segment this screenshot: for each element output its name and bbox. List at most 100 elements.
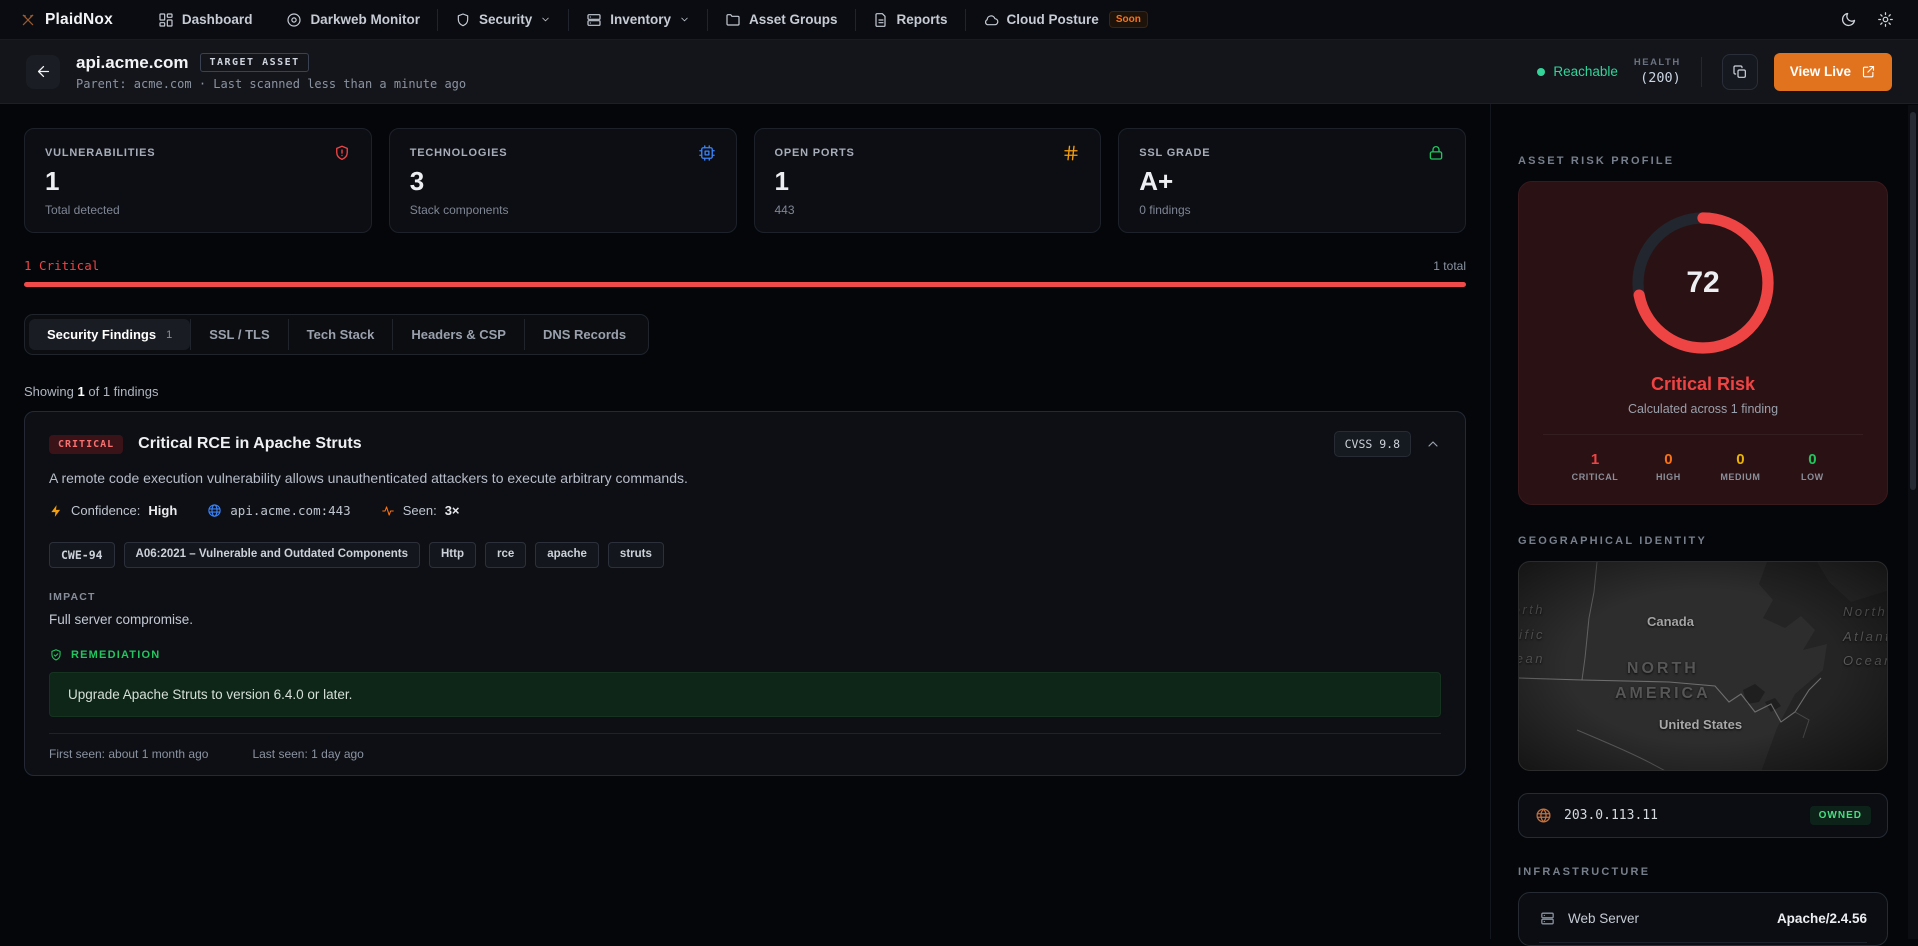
target-asset-badge: TARGET ASSET bbox=[200, 53, 308, 72]
tag-chip[interactable]: A06:2021 – Vulnerable and Outdated Compo… bbox=[124, 542, 420, 568]
tab-ssl-tls[interactable]: SSL / TLS bbox=[190, 319, 287, 350]
stat-card-vulnerabilities: VULNERABILITIES 1 Total detected bbox=[24, 128, 372, 233]
risk-section-header: ASSET RISK PROFILE bbox=[1518, 155, 1888, 167]
external-link-icon bbox=[1861, 64, 1876, 79]
copy-icon bbox=[1732, 64, 1748, 80]
tag-chip[interactable]: Http bbox=[429, 542, 476, 568]
soon-badge: Soon bbox=[1109, 11, 1148, 28]
health-block: HEALTH (200) bbox=[1634, 57, 1681, 86]
last-seen: Last seen: 1 day ago bbox=[252, 747, 363, 761]
health-value: (200) bbox=[1640, 70, 1681, 86]
geo-map[interactable]: Canada NORTH AMERICA United States North… bbox=[1518, 561, 1888, 771]
brand-logo-icon bbox=[20, 12, 36, 28]
tag-chip[interactable]: CWE-94 bbox=[49, 542, 115, 568]
right-sidebar: ASSET RISK PROFILE 72 Critical Risk Calc… bbox=[1490, 104, 1918, 939]
map-label-united-states: United States bbox=[1659, 717, 1742, 732]
finding-meta: Confidence: High api.acme.com:443 Seen: … bbox=[49, 503, 1441, 518]
scrollbar-thumb[interactable] bbox=[1910, 112, 1916, 490]
risk-profile-card: 72 Critical Risk Calculated across 1 fin… bbox=[1518, 181, 1888, 505]
remediation-box: Upgrade Apache Struts to version 6.4.0 o… bbox=[49, 672, 1441, 717]
arrow-left-icon bbox=[35, 63, 52, 80]
chevron-down-icon bbox=[679, 14, 690, 25]
tab-headers-csp[interactable]: Headers & CSP bbox=[392, 319, 524, 350]
main-content: VULNERABILITIES 1 Total detected TECHNOL… bbox=[0, 104, 1490, 939]
back-button[interactable] bbox=[26, 55, 60, 89]
host-item: api.acme.com:443 bbox=[207, 503, 350, 518]
finding-header[interactable]: CRITICAL Critical RCE in Apache Struts C… bbox=[49, 431, 1441, 457]
stat-cards: VULNERABILITIES 1 Total detected TECHNOL… bbox=[24, 128, 1466, 233]
server-stack-icon bbox=[586, 12, 602, 28]
chevron-up-icon[interactable] bbox=[1425, 436, 1441, 452]
tag-chip[interactable]: rce bbox=[485, 542, 526, 568]
map-label-continent: NORTH AMERICA bbox=[1615, 657, 1711, 707]
folder-icon bbox=[725, 12, 741, 28]
stat-sub: Total detected bbox=[45, 203, 351, 217]
dark-mode-moon-icon[interactable] bbox=[1840, 11, 1857, 28]
settings-gear-icon[interactable] bbox=[1877, 11, 1894, 28]
severity-left-label: 1 Critical bbox=[24, 258, 99, 273]
activity-icon bbox=[381, 504, 395, 518]
cvss-badge: CVSS 9.8 bbox=[1334, 431, 1411, 457]
count-low: 0 LOW bbox=[1790, 451, 1834, 482]
tab-count: 1 bbox=[166, 329, 172, 341]
divider bbox=[1543, 434, 1863, 435]
remediation-header: REMEDIATION bbox=[49, 648, 1441, 662]
asset-title-block: api.acme.com TARGET ASSET Parent: acme.c… bbox=[76, 53, 466, 91]
finding-tags: CWE-94 A06:2021 – Vulnerable and Outdate… bbox=[49, 542, 1441, 568]
finding-title: Critical RCE in Apache Struts bbox=[138, 435, 361, 453]
severity-distribution-bar bbox=[24, 282, 1466, 287]
nav-list: Dashboard Darkweb Monitor Security Inven… bbox=[141, 0, 1165, 39]
asset-header-right: Reachable HEALTH (200) View Live bbox=[1537, 53, 1892, 91]
nav-item-asset-groups[interactable]: Asset Groups bbox=[708, 0, 855, 39]
count-medium: 0 MEDIUM bbox=[1718, 451, 1762, 482]
stat-sub: Stack components bbox=[410, 203, 716, 217]
results-count: Showing 1 of 1 findings bbox=[24, 384, 1466, 399]
risk-gauge: 72 bbox=[1628, 208, 1778, 358]
top-nav: PlaidNox Dashboard Darkweb Monitor Secur… bbox=[0, 0, 1918, 40]
owned-badge: OWNED bbox=[1810, 806, 1871, 825]
tab-dns-records[interactable]: DNS Records bbox=[524, 319, 644, 350]
page-title: api.acme.com bbox=[76, 53, 188, 73]
finding-card: CRITICAL Critical RCE in Apache Struts C… bbox=[24, 411, 1466, 776]
infra-section-header: INFRASTRUCTURE bbox=[1518, 866, 1888, 878]
tag-chip[interactable]: struts bbox=[608, 542, 664, 568]
impact-label: IMPACT bbox=[49, 591, 1441, 603]
map-label-canada: Canada bbox=[1647, 614, 1694, 629]
nav-right bbox=[1840, 11, 1902, 28]
nav-item-reports[interactable]: Reports bbox=[856, 0, 965, 39]
asset-subtitle: Parent: acme.com · Last scanned less tha… bbox=[76, 77, 466, 91]
first-seen: First seen: about 1 month ago bbox=[49, 747, 208, 761]
nav-item-cloud-posture[interactable]: Cloud Posture Soon bbox=[966, 0, 1165, 39]
nav-item-security[interactable]: Security bbox=[438, 0, 568, 39]
stat-card-open-ports: OPEN PORTS 1 443 bbox=[754, 128, 1102, 233]
asset-header: api.acme.com TARGET ASSET Parent: acme.c… bbox=[0, 40, 1918, 104]
tab-tech-stack[interactable]: Tech Stack bbox=[288, 319, 393, 350]
infra-row-web-server: Web Server Apache/2.4.56 bbox=[1539, 895, 1867, 943]
stat-sub: 0 findings bbox=[1139, 203, 1445, 217]
shield-icon bbox=[455, 12, 471, 28]
file-text-icon bbox=[873, 12, 889, 28]
status-badge: Reachable bbox=[1537, 64, 1618, 79]
server-icon bbox=[1539, 910, 1556, 927]
impact-text: Full server compromise. bbox=[49, 612, 1441, 627]
stat-value: 1 bbox=[45, 168, 351, 194]
cloud-icon bbox=[983, 12, 999, 28]
divider bbox=[1701, 57, 1702, 87]
nav-item-inventory[interactable]: Inventory bbox=[569, 0, 707, 39]
count-critical: 1 CRITICAL bbox=[1572, 451, 1619, 482]
tab-security-findings[interactable]: Security Findings 1 bbox=[29, 319, 190, 350]
view-live-button[interactable]: View Live bbox=[1774, 53, 1892, 91]
infra-label: Web Server bbox=[1568, 911, 1639, 926]
copy-button[interactable] bbox=[1722, 54, 1758, 90]
ip-address-row: 203.0.113.11 OWNED bbox=[1518, 793, 1888, 838]
shield-alert-icon bbox=[333, 144, 351, 162]
nav-item-dashboard[interactable]: Dashboard bbox=[141, 0, 270, 39]
geo-section-header: GEOGRAPHICAL IDENTITY bbox=[1518, 535, 1888, 547]
confidence-value: High bbox=[148, 503, 177, 518]
zap-icon bbox=[49, 504, 63, 518]
brand[interactable]: PlaidNox bbox=[16, 11, 121, 29]
tag-chip[interactable]: apache bbox=[535, 542, 599, 568]
severity-counts: 1 CRITICAL 0 HIGH 0 MEDIUM 0 LOW bbox=[1543, 451, 1863, 482]
nav-item-darkweb-monitor[interactable]: Darkweb Monitor bbox=[269, 0, 437, 39]
target-icon bbox=[286, 12, 302, 28]
